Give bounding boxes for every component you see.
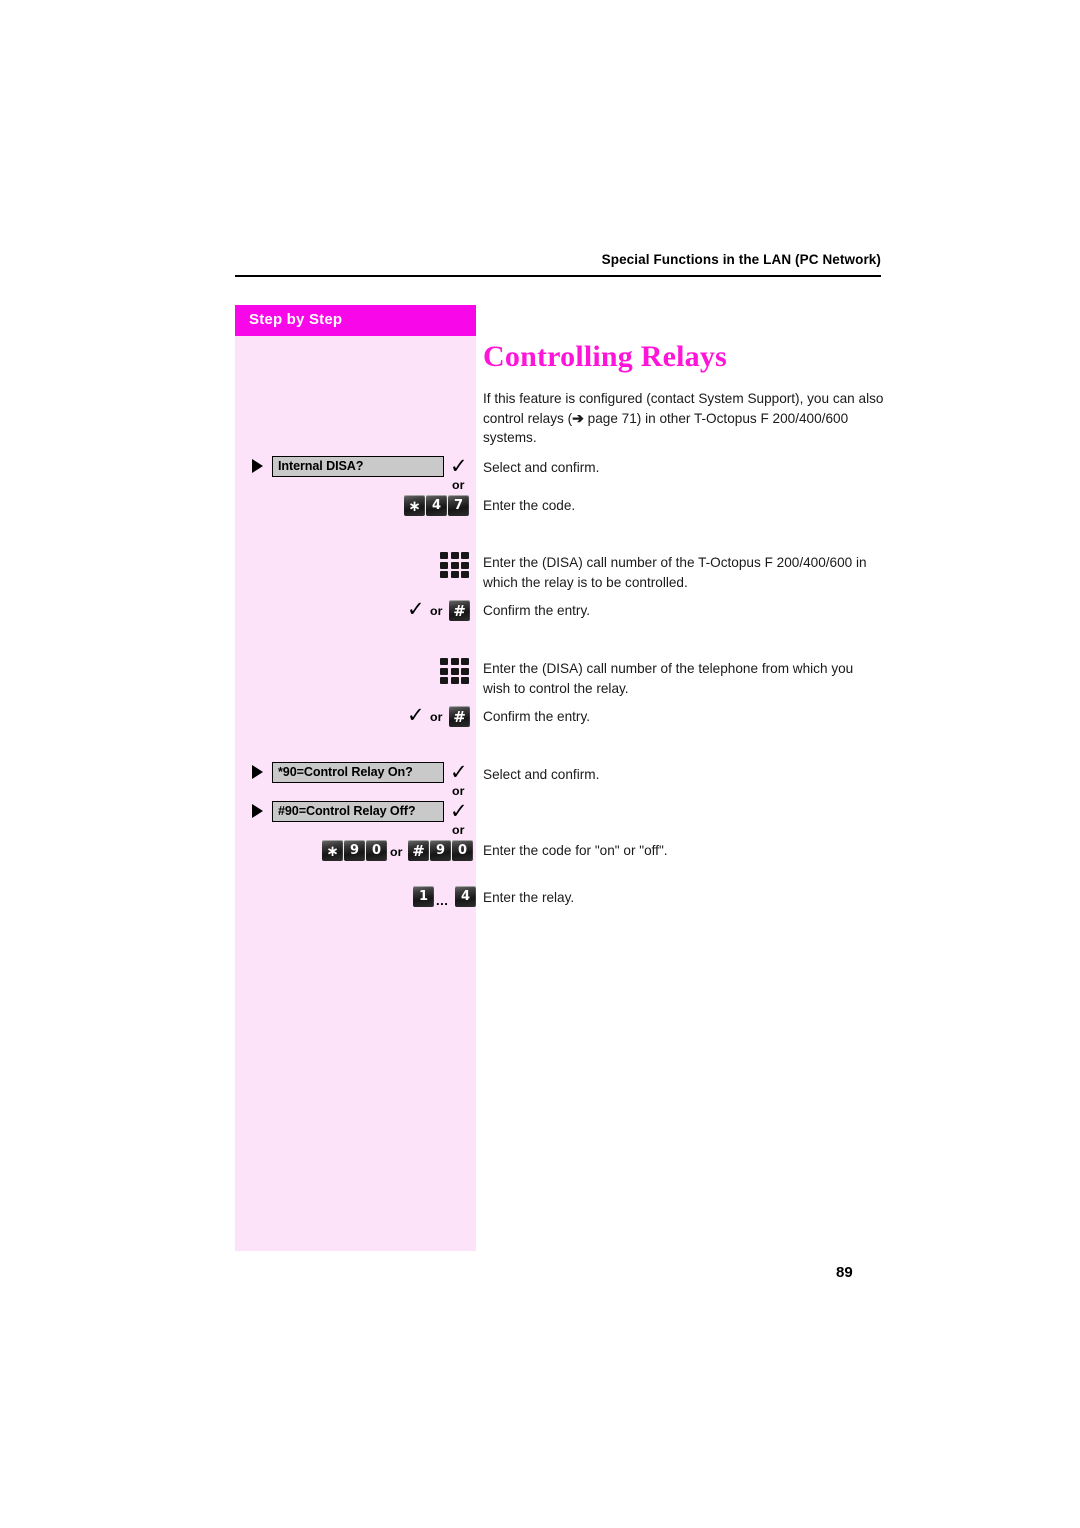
- key-hash-confirm-1[interactable]: #: [449, 600, 470, 621]
- confirm-check-icon-relay-on[interactable]: ✓: [450, 762, 468, 783]
- step-description-enter-system-number: Enter the (DISA) call number of the T-Oc…: [483, 555, 867, 590]
- or-label-5: or: [452, 823, 465, 837]
- step-description-internal-disa: Select and confirm.: [483, 460, 600, 475]
- step-by-step-label: Step by Step: [249, 311, 343, 328]
- step-description-enter-phone-number: Enter the (DISA) call number of the tele…: [483, 661, 854, 696]
- or-label-6: or: [390, 845, 403, 859]
- or-label-4: or: [452, 784, 465, 798]
- header-rule: [235, 275, 881, 277]
- key-hash-confirm-2[interactable]: #: [449, 706, 470, 727]
- key-0-off[interactable]: 0: [452, 840, 473, 861]
- key-9-off[interactable]: 9: [430, 840, 451, 861]
- page-reference-arrow-icon: ➔: [572, 409, 584, 426]
- key-relay-4[interactable]: 4: [455, 886, 476, 907]
- or-label-2: or: [430, 604, 443, 618]
- key-9-on[interactable]: 9: [344, 840, 365, 861]
- menu-item-control-relay-on[interactable]: *90=Control Relay On?: [272, 762, 444, 783]
- step-description-confirm-1: Confirm the entry.: [483, 603, 591, 618]
- key-7[interactable]: 7: [448, 495, 469, 516]
- page-title: Controlling Relays: [483, 340, 727, 373]
- relay-range-ellipsis: ...: [436, 893, 449, 908]
- confirm-check-icon-internal-disa[interactable]: ✓: [450, 456, 468, 477]
- step-description-enter-code: Enter the code.: [483, 498, 576, 513]
- step-description-confirm-2: Confirm the entry.: [483, 709, 591, 724]
- or-label-1: or: [452, 478, 465, 492]
- step-description-enter-relay: Enter the relay.: [483, 890, 575, 905]
- key-hash-90[interactable]: #: [408, 840, 429, 861]
- confirm-check-icon-2[interactable]: ✓: [407, 705, 425, 726]
- menu-item-control-relay-off[interactable]: #90=Control Relay Off?: [272, 801, 444, 822]
- intro-paragraph: If this feature is configured (contact S…: [483, 389, 887, 448]
- key-4[interactable]: 4: [426, 495, 447, 516]
- step-bullet-internal-disa: [252, 459, 263, 473]
- keypad-icon-phone-number[interactable]: [440, 658, 469, 684]
- or-label-3: or: [430, 710, 443, 724]
- confirm-check-icon-1[interactable]: ✓: [407, 599, 425, 620]
- key-star-47[interactable]: ∗: [404, 495, 425, 516]
- confirm-check-icon-relay-off[interactable]: ✓: [450, 801, 468, 822]
- step-description-enter-on-off-code: Enter the code for "on" or "off".: [483, 843, 668, 858]
- key-star-90[interactable]: ∗: [322, 840, 343, 861]
- step-bullet-relay-on: [252, 765, 263, 779]
- step-description-relay-on: Select and confirm.: [483, 767, 600, 782]
- key-0-on[interactable]: 0: [366, 840, 387, 861]
- menu-item-internal-disa[interactable]: Internal DISA?: [272, 456, 444, 477]
- running-header: Special Functions in the LAN (PC Network…: [601, 252, 881, 267]
- keypad-icon-system-number[interactable]: [440, 552, 469, 578]
- step-bullet-relay-off: [252, 804, 263, 818]
- key-relay-1[interactable]: 1: [413, 886, 434, 907]
- step-by-step-header-bar: Step by Step: [235, 305, 476, 336]
- page-number: 89: [836, 1264, 853, 1281]
